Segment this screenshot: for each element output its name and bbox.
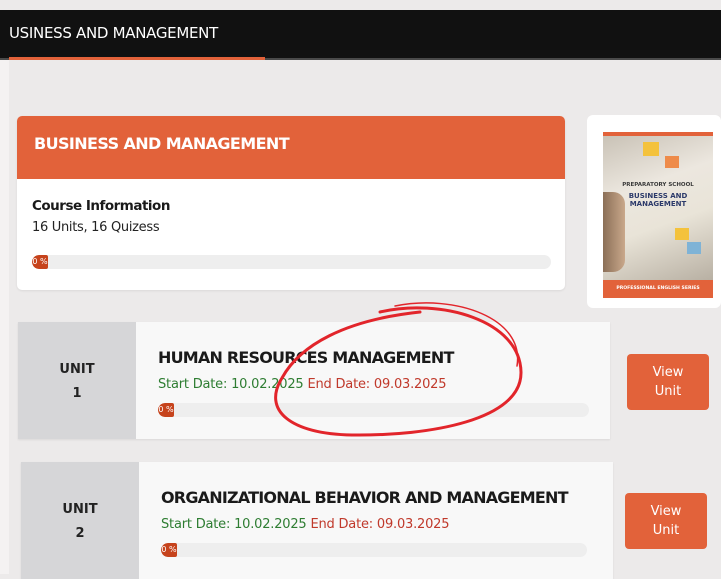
start-date: Start Date: 10.02.2025 [161,517,307,532]
course-tab-label[interactable]: USINESS AND MANAGEMENT [9,24,218,42]
unit-word: UNIT [62,502,98,517]
course-information-heading: Course Information [32,198,170,214]
unit-number: 2 [75,526,85,541]
unit-card-1: UNIT 1 HUMAN RESOURCES MANAGEMENT Start … [18,322,610,439]
view-unit-label-line2: Unit [652,523,680,538]
active-tab-indicator [9,57,265,60]
left-edge-strip [0,60,9,574]
unit-word: UNIT [59,362,95,377]
cover-series-label: PROFESSIONAL ENGLISH SERIES [603,280,713,298]
unit-number-block: UNIT 2 [21,462,139,579]
course-progress-bar: 0 % [32,255,551,269]
unit-number-block: UNIT 1 [18,322,136,439]
unit-progress-bar: 0 % [161,543,587,557]
unit-title: HUMAN RESOURCES MANAGEMENT [158,348,454,367]
sticky-note-icon [643,142,659,156]
end-date: End Date: 09.03.2025 [310,517,450,532]
course-info-card: BUSINESS AND MANAGEMENT Course Informati… [17,116,565,290]
view-unit-label-line1: View [652,365,684,380]
unit-number: 1 [72,386,82,401]
course-title: BUSINESS AND MANAGEMENT [17,116,565,179]
sticky-note-icon [665,156,679,168]
view-unit-button[interactable]: View Unit [625,493,707,549]
unit-card-2: UNIT 2 ORGANIZATIONAL BEHAVIOR AND MANAG… [21,462,613,579]
cover-title-line1: BUSINESS AND [628,192,688,200]
top-tab-bar: USINESS AND MANAGEMENT [0,10,721,60]
unit-title: ORGANIZATIONAL BEHAVIOR AND MANAGEMENT [161,488,569,507]
sticky-note-icon [675,228,689,240]
unit-progress-bar: 0 % [158,403,589,417]
course-progress-label: 0 % [32,255,48,269]
unit-dates: Start Date: 10.02.2025 End Date: 09.03.2… [161,517,450,532]
unit-progress-label: 0 % [158,403,174,417]
view-unit-button[interactable]: View Unit [627,354,709,410]
start-date: Start Date: 10.02.2025 [158,377,304,392]
view-unit-label-line2: Unit [654,384,682,399]
book-cover-image: PREPARATORY SCHOOL BUSINESS AND MANAGEME… [603,132,713,298]
view-unit-label-line1: View [650,504,682,519]
cover-title-line2: MANAGEMENT [629,200,687,208]
course-units-quizzes: 16 Units, 16 Quizess [32,220,160,235]
cover-title: BUSINESS AND MANAGEMENT [603,192,713,208]
unit-dates: Start Date: 10.02.2025 End Date: 09.03.2… [158,377,447,392]
sticky-note-icon [687,242,701,254]
end-date: End Date: 09.03.2025 [307,377,447,392]
course-cover-card: PREPARATORY SCHOOL BUSINESS AND MANAGEME… [587,115,721,308]
cover-school-label: PREPARATORY SCHOOL [622,182,694,188]
unit-progress-label: 0 % [161,543,177,557]
